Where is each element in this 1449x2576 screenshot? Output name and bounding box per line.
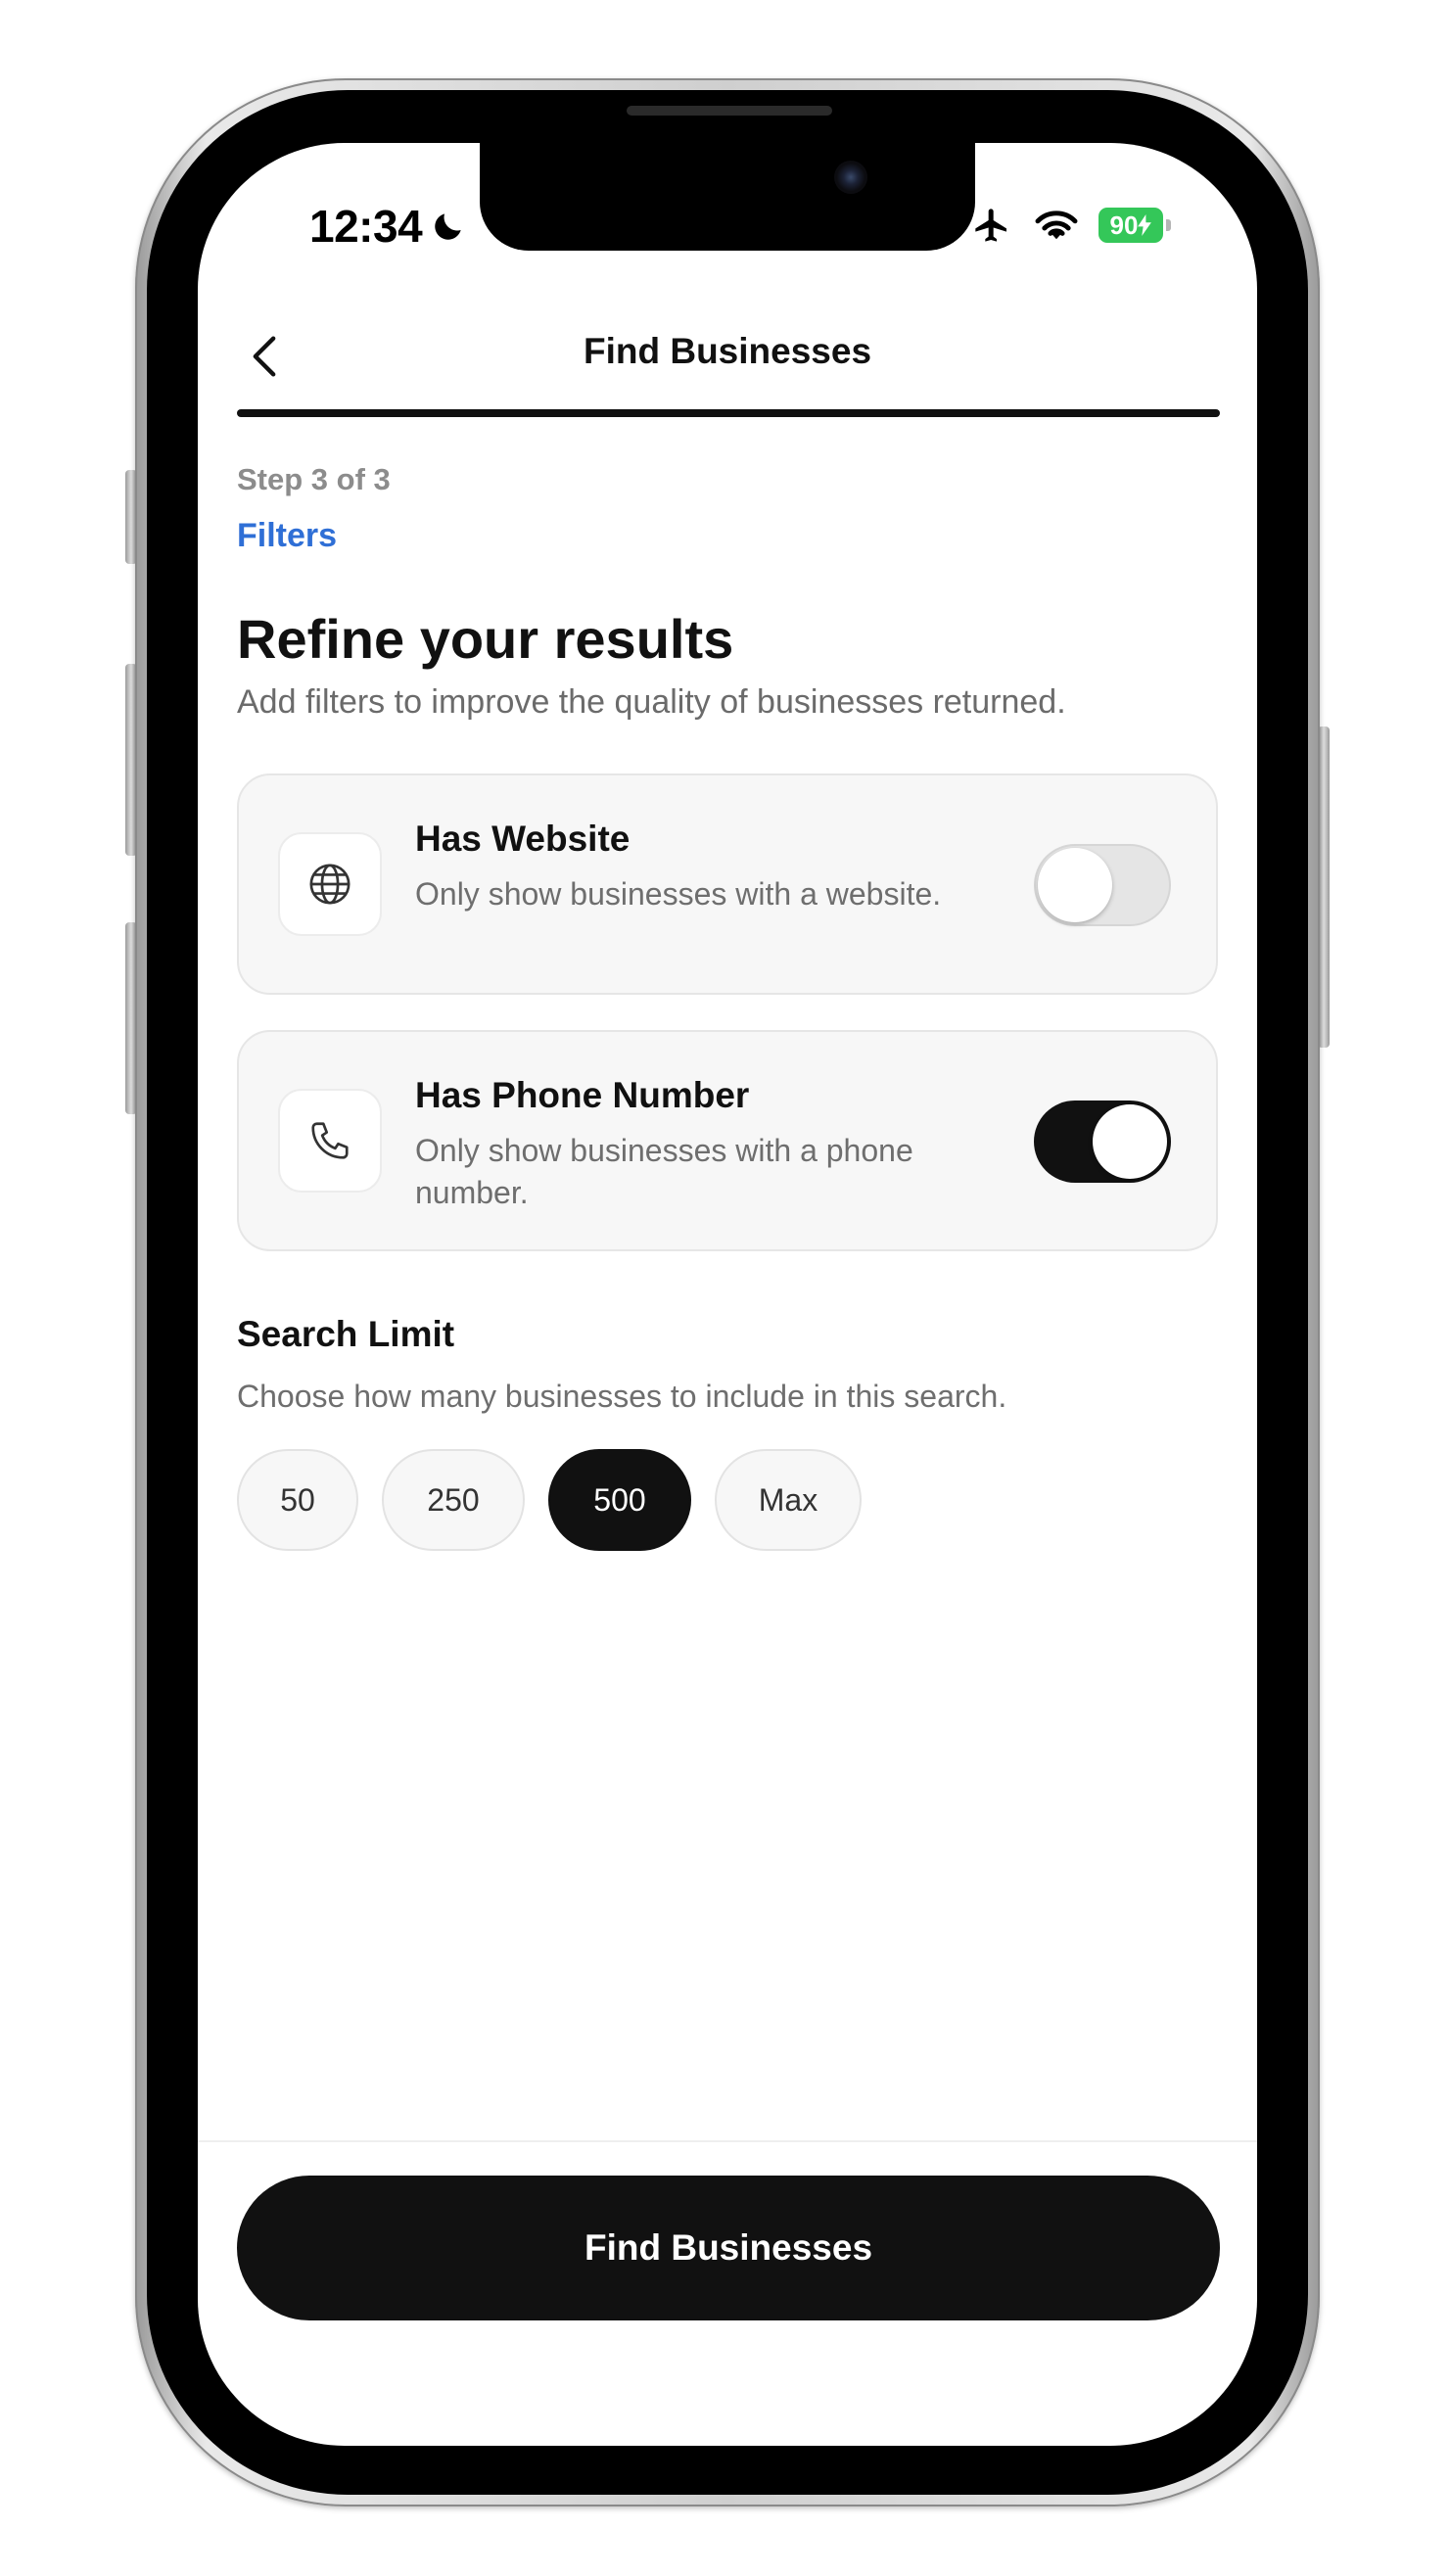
step-counter: Step 3 of 3 — [237, 462, 391, 496]
notch — [480, 143, 975, 251]
filter-title: Has Website — [415, 819, 631, 859]
has-website-toggle[interactable] — [1034, 844, 1171, 926]
search-limit-description: Choose how many businesses to include in… — [237, 1379, 1007, 1414]
status-time-text: 12:34 — [309, 201, 423, 252]
globe-icon — [309, 864, 351, 905]
limit-option-500[interactable]: 500 — [548, 1449, 691, 1551]
filter-description: Only show businesses with a phone number… — [415, 1133, 913, 1210]
footer-divider — [198, 2140, 1257, 2142]
page-title: Refine your results — [237, 608, 734, 670]
search-limit-options: 50 250 500 Max — [237, 1449, 862, 1551]
airplane-icon — [975, 209, 1006, 242]
limit-option-max[interactable]: Max — [715, 1449, 862, 1551]
find-businesses-button[interactable]: Find Businesses — [237, 2176, 1220, 2320]
toggle-knob — [1038, 848, 1112, 922]
filter-card-phone: Has Phone Number Only show businesses wi… — [237, 1030, 1218, 1251]
front-camera — [834, 161, 867, 194]
app-screen: 12:34 90 Find Businesses Step 3 of 3 Fil… — [198, 143, 1257, 2446]
card-icon-box — [278, 832, 382, 936]
status-indicators: 90 — [969, 206, 1171, 245]
charging-bolt-icon — [1138, 214, 1152, 236]
wifi-icon — [1035, 211, 1078, 240]
filter-description: Only show businesses with a website. — [415, 876, 942, 912]
page-subtitle: Add filters to improve the quality of bu… — [237, 683, 1066, 721]
phone-icon — [311, 1122, 349, 1159]
limit-option-50[interactable]: 50 — [237, 1449, 358, 1551]
status-time: 12:34 — [309, 200, 467, 253]
search-limit-title: Search Limit — [237, 1314, 455, 1354]
step-name: Filters — [237, 517, 338, 554]
filter-card-website: Has Website Only show businesses with a … — [237, 773, 1218, 995]
earpiece-speaker — [627, 106, 832, 116]
filter-title: Has Phone Number — [415, 1075, 750, 1115]
header-title: Find Businesses — [583, 331, 872, 371]
has-phone-number-toggle[interactable] — [1034, 1101, 1171, 1183]
step-progress-bar — [237, 409, 1220, 417]
moon-icon — [435, 213, 461, 240]
battery-level: 90 — [1109, 210, 1139, 240]
limit-option-250[interactable]: 250 — [382, 1449, 525, 1551]
toggle-knob — [1093, 1104, 1167, 1179]
battery-indicator: 90 — [1098, 208, 1171, 243]
card-icon-box — [278, 1089, 382, 1193]
